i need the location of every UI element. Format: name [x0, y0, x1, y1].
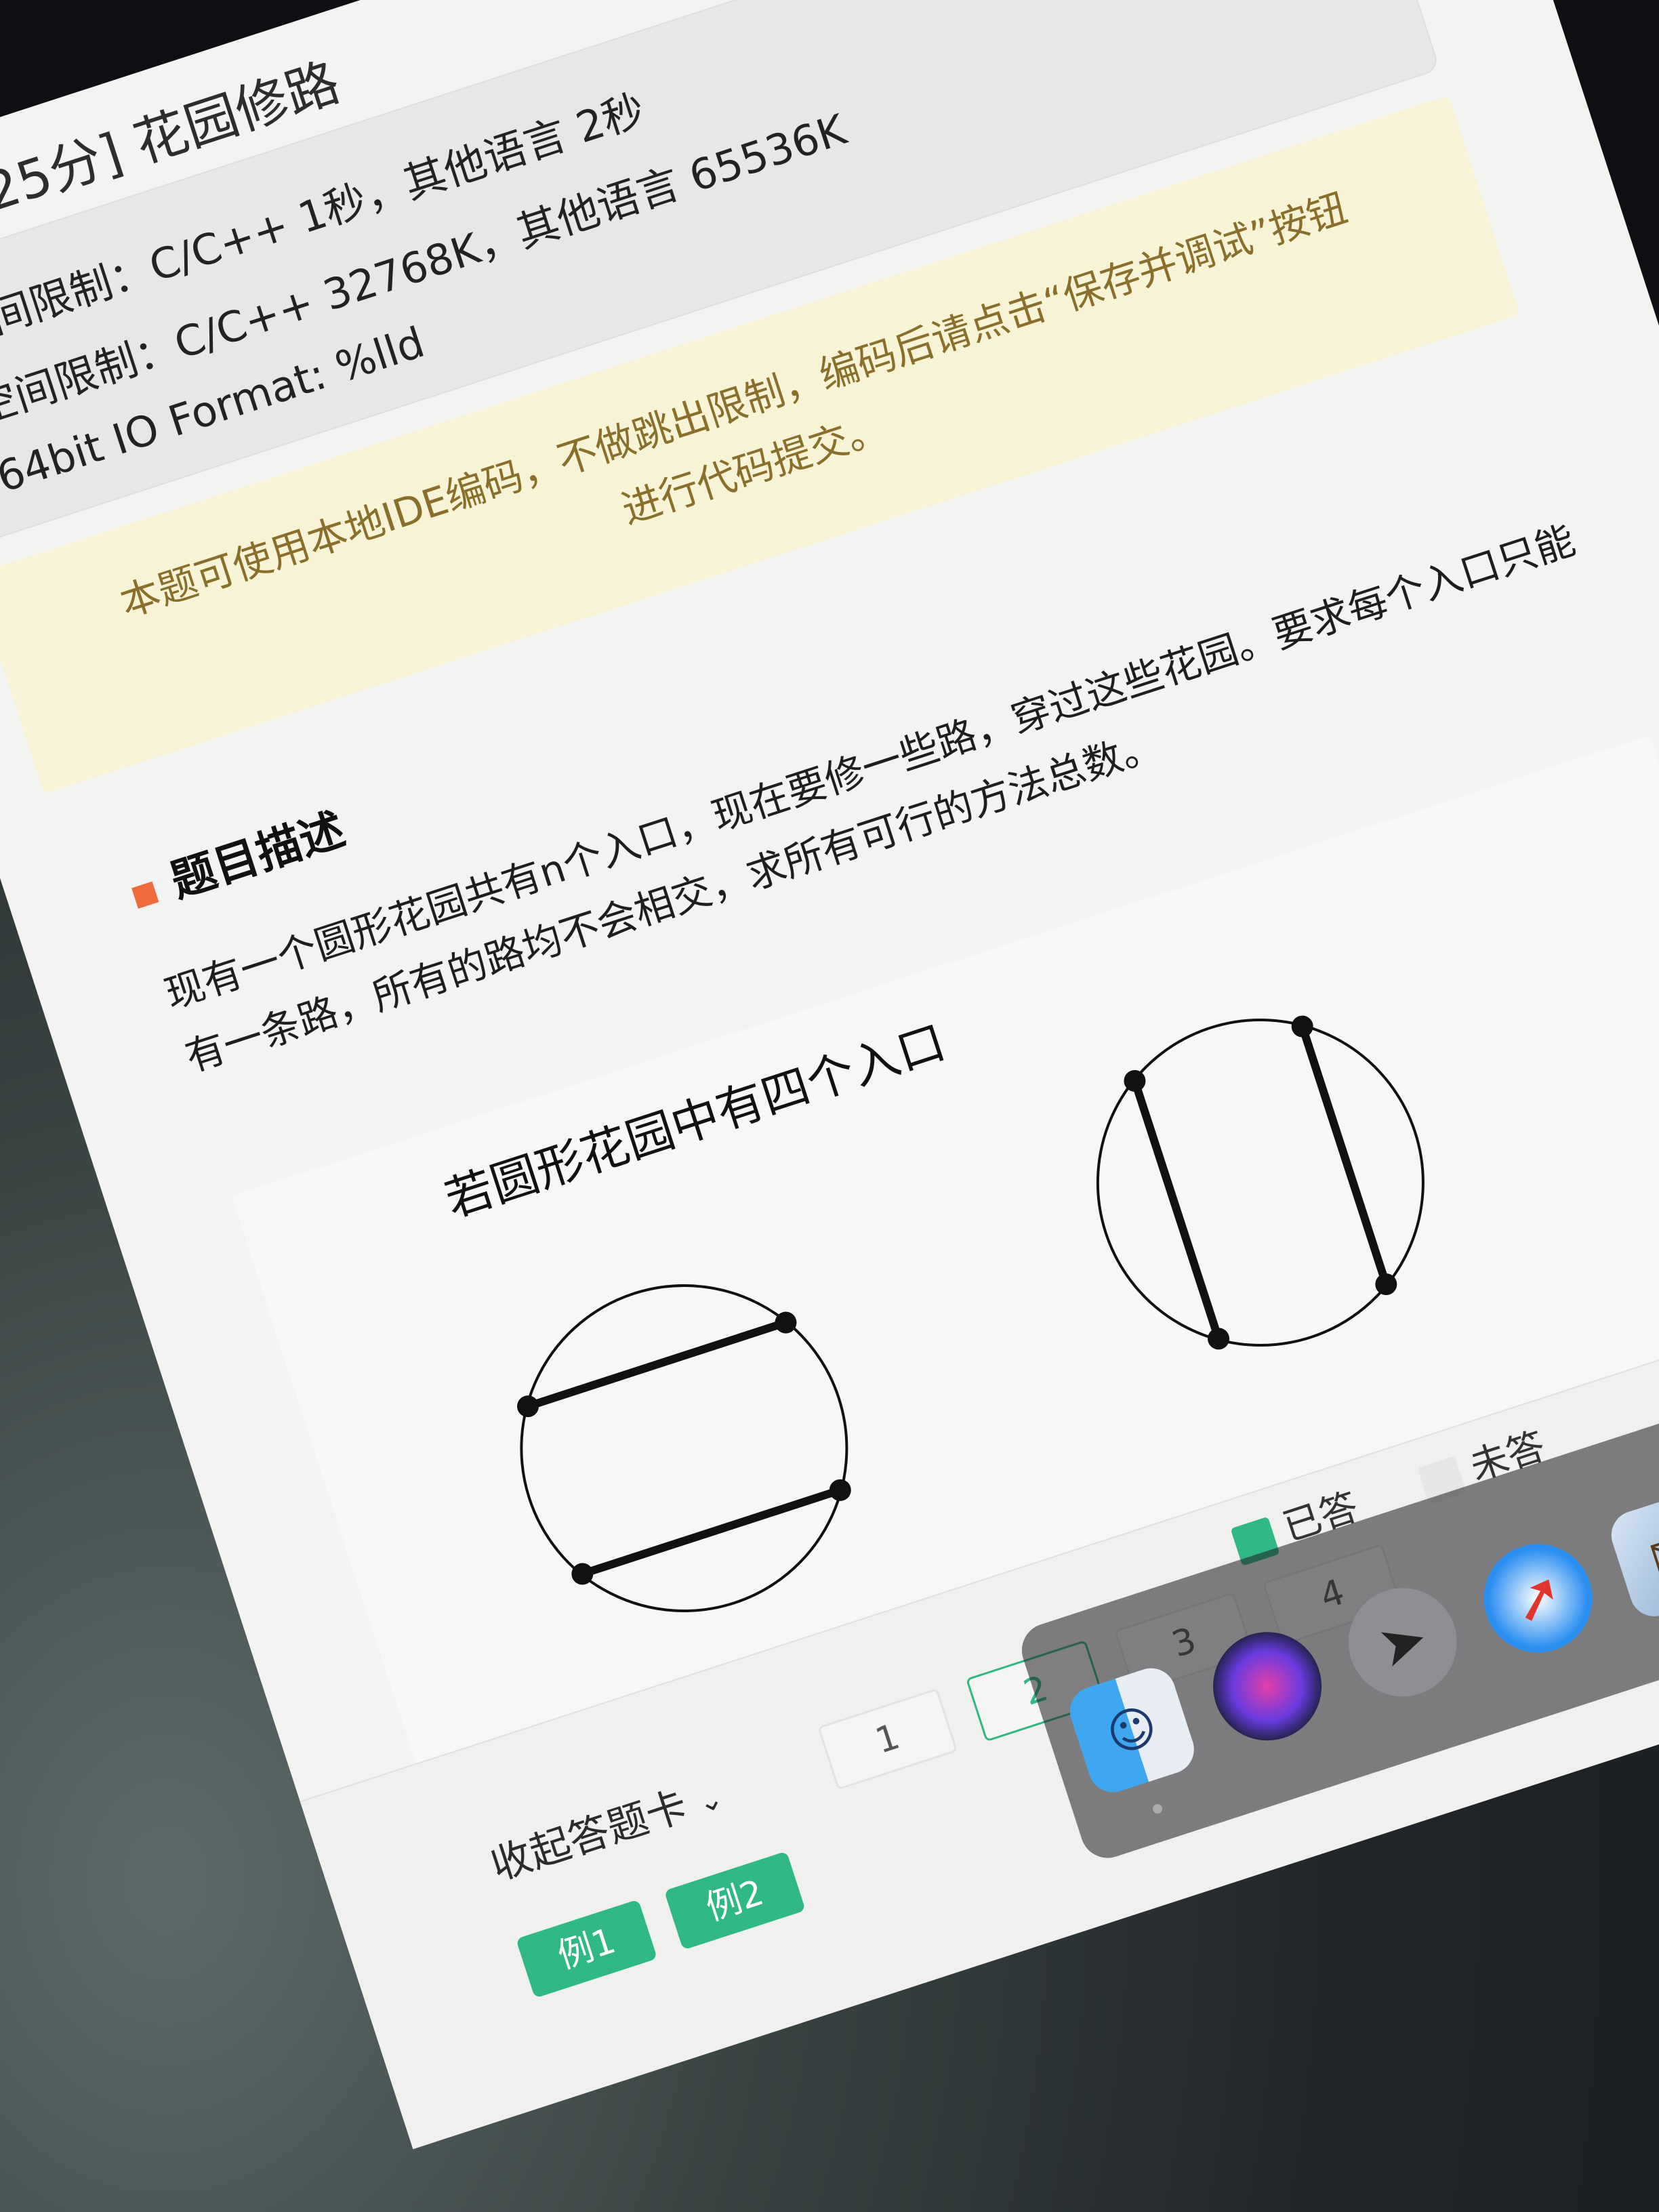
safari-icon[interactable]: ➚: [1469, 1530, 1607, 1667]
entrance-dot: [517, 1395, 539, 1418]
section-marker: [131, 881, 159, 909]
garden-circle-1: [520, 1284, 848, 1612]
compass-glyph: ➚: [1502, 1556, 1574, 1640]
circle-diagram-1: [517, 1284, 851, 1612]
entrance-dot: [829, 1479, 851, 1501]
finder-icon[interactable]: ☺: [1063, 1662, 1201, 1799]
collapse-label: 收起答题卡: [485, 1782, 693, 1890]
entrance-dot: [1291, 1015, 1313, 1038]
entrance-dot: [1208, 1328, 1230, 1350]
laptop-display: [编程|25分] 花园修路 时间限制：C/C++ 1秒，其他语言 2秒 空间限制…: [0, 0, 1659, 2150]
finder-face: ☺: [1099, 1696, 1164, 1765]
siri-icon[interactable]: [1199, 1618, 1336, 1755]
section-heading: 题目描述: [123, 793, 352, 922]
example-1-button[interactable]: 例1: [516, 1899, 658, 1999]
chevron-down-icon: ⌄: [693, 1780, 728, 1821]
browser-viewport: [编程|25分] 花园修路 时间限制：C/C++ 1秒，其他语言 2秒 空间限制…: [0, 0, 1659, 2150]
launchpad-icon[interactable]: ➤: [1334, 1574, 1471, 1711]
circle-diagram-2: [1096, 1015, 1425, 1350]
section-title: 题目描述: [164, 802, 351, 908]
mail-icon[interactable]: ✉: [1605, 1486, 1659, 1623]
question-1-button[interactable]: 1: [817, 1687, 958, 1790]
collapse-answer-card-button[interactable]: 收起答题卡⌄: [483, 1761, 729, 1891]
garden-circle-2: [1096, 1018, 1425, 1347]
photo-scene: [编程|25分] 花园修路 时间限制：C/C++ 1秒，其他语言 2秒 空间限制…: [0, 0, 1659, 2212]
running-indicator: [1151, 1803, 1164, 1815]
rocket-glyph: ➤: [1370, 1603, 1436, 1681]
example-2-button[interactable]: 例2: [663, 1851, 806, 1950]
eagle-stamp-glyph: ✉: [1641, 1517, 1659, 1591]
